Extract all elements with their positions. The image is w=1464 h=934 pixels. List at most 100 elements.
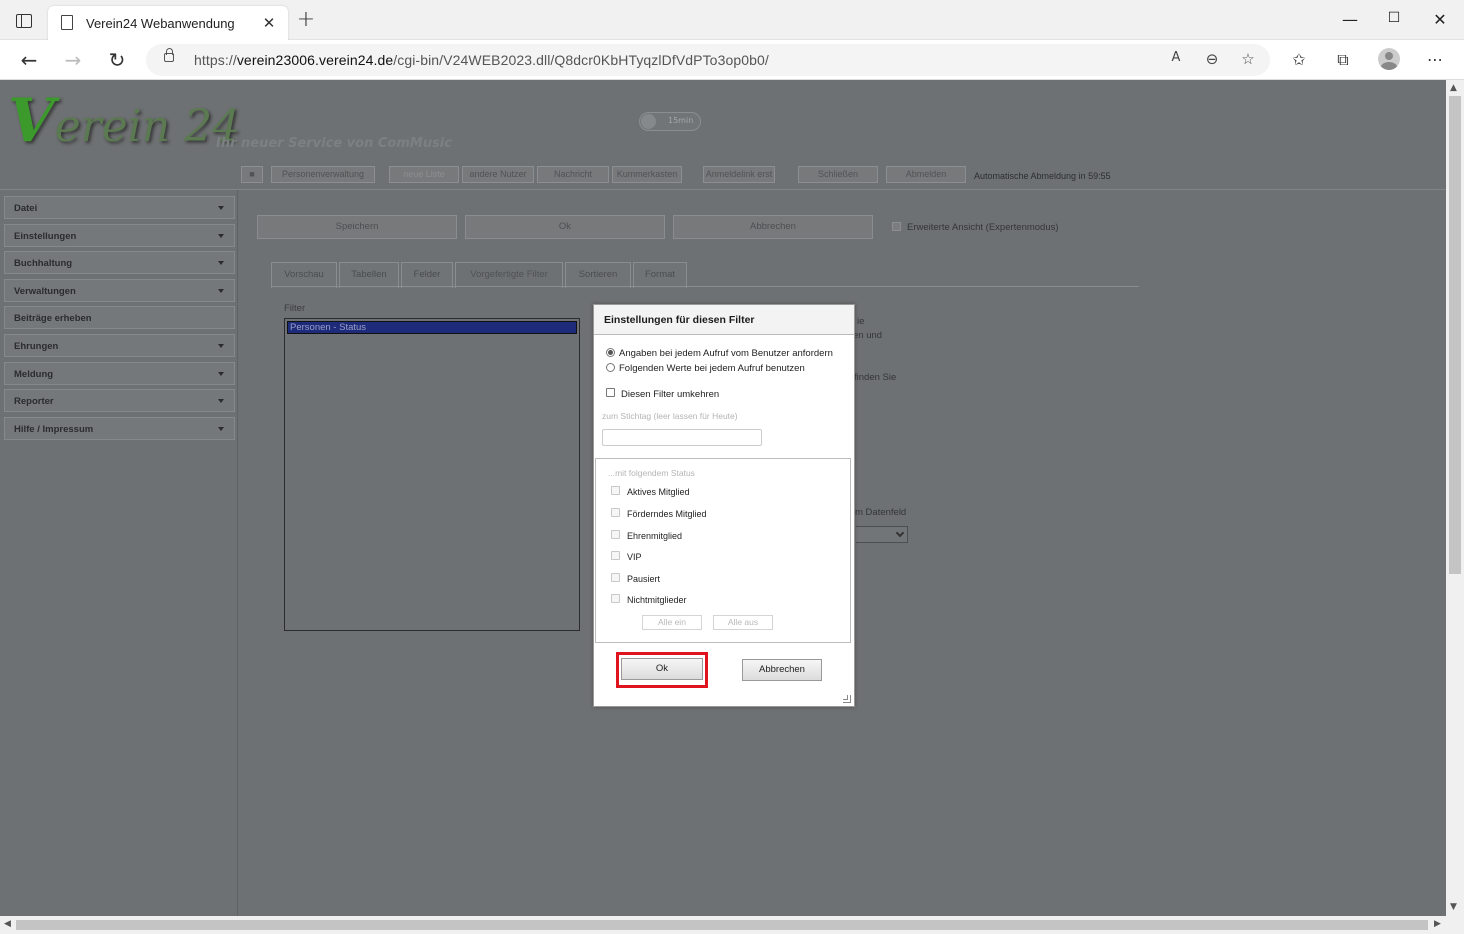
all-off-button[interactable]: Alle aus [713,615,773,630]
timer-label: 15min [668,116,694,125]
scroll-thumb[interactable] [1449,96,1461,574]
expert-mode-label: Erweiterte Ansicht (Expertenmodus) [907,222,1059,233]
caret-down-icon [218,289,224,293]
sidebar-item-beitraege[interactable]: Beiträge erheben [4,306,235,329]
menu-abmelden[interactable]: Abmelden [886,166,966,183]
verein24-logo: Verein 24 [8,86,241,156]
close-tab-icon[interactable]: ✕ [260,14,278,32]
tab-vorschau[interactable]: Vorschau [271,262,337,288]
horizontal-scrollbar[interactable]: ◀ ▶ [0,916,1464,934]
menu-personenverwaltung[interactable]: Personenverwaltung [271,166,375,183]
chevron-down-icon [895,528,905,538]
menu-neue-liste[interactable]: neue Liste [389,166,459,183]
sidebar-item-datei[interactable]: Datei [4,196,235,219]
scroll-thumb[interactable] [16,920,1428,930]
new-tab-icon[interactable]: + [296,9,316,31]
favorites-icon[interactable]: ✩ [1288,50,1310,69]
filter-label: Filter [284,303,306,314]
expert-mode-option[interactable]: Erweiterte Ansicht (Expertenmodus) [892,222,1059,233]
sidebar-item-verwaltungen[interactable]: Verwaltungen [4,279,235,302]
status-label: VIP [627,552,642,562]
lock-icon[interactable] [164,48,174,62]
caret-down-icon [218,372,224,376]
sidebar-item-hilfe[interactable]: Hilfe / Impressum [4,417,235,440]
status-checkbox-pausiert[interactable] [611,573,620,582]
menu-anmeldelink[interactable]: Anmeldelink erst [703,166,775,183]
close-window-icon[interactable]: ✕ [1430,10,1450,29]
caret-down-icon [218,261,224,265]
tab-sortieren[interactable]: Sortieren [565,262,631,288]
maximize-icon[interactable]: ☐ [1384,10,1404,26]
tab-underline [271,286,1139,287]
sidebar-item-ehrungen[interactable]: Ehrungen [4,334,235,357]
radio-fixed-values[interactable] [606,363,615,372]
cancel-button[interactable]: Abbrechen [673,215,873,239]
radio-fixed-values-label: Folgenden Werte bei jedem Aufruf benutze… [619,363,805,374]
scroll-left-icon[interactable]: ◀ [4,919,11,929]
more-menu-icon[interactable]: ⋯ [1424,50,1446,69]
tab-actions-icon[interactable] [16,14,32,28]
save-button[interactable]: Speichern [257,215,457,239]
background-text: finden Sie [854,372,897,383]
menu-schliessen[interactable]: Schließen [798,166,878,183]
sidebar-item-buchhaltung[interactable]: Buchhaltung [4,251,235,274]
session-timer-toggle[interactable]: 15min [639,112,701,131]
dialog-ok-button[interactable]: Ok [621,658,703,680]
background-text: en und [853,330,883,341]
status-checkbox-ehren[interactable] [611,530,620,539]
menu-andere-nutzer[interactable]: andere Nutzer [462,166,534,183]
browser-tab[interactable]: Verein24 Webanwendung ✕ [48,6,288,40]
tab-format[interactable]: Format [633,262,687,288]
caret-down-icon [218,427,224,431]
expert-mode-checkbox[interactable] [892,222,901,231]
minimize-icon[interactable]: — [1340,10,1360,29]
filter-list[interactable]: Personen - Status [284,318,580,631]
dialog-title: Einstellungen für diesen Filter [594,305,854,335]
status-checkbox-aktiv[interactable] [611,486,620,495]
vertical-scrollbar[interactable]: ▲ ▼ [1446,80,1464,916]
status-legend: ...mit folgendem Status [608,468,695,478]
url-field[interactable]: https://verein23006.verein24.de/cgi-bin/… [146,44,1270,76]
url-text: https://verein23006.verein24.de/cgi-bin/… [194,52,769,68]
profile-avatar[interactable] [1378,48,1400,70]
radio-ask-user[interactable] [606,348,615,357]
sidebar: Datei Einstellungen Buchhaltung Verwaltu… [0,190,238,916]
ok-button[interactable]: Ok [465,215,665,239]
read-aloud-icon[interactable]: A [1166,50,1186,65]
scroll-up-icon[interactable]: ▲ [1450,83,1457,93]
all-on-button[interactable]: Alle ein [642,615,702,630]
add-favorite-icon[interactable]: ☆ [1238,50,1258,68]
resize-grip-icon[interactable] [843,695,851,703]
collections-icon[interactable]: ⧉ [1332,50,1354,70]
back-icon[interactable]: ← [17,48,41,72]
browser-tab-bar: Verein24 Webanwendung ✕ + — ☐ ✕ [0,0,1464,40]
datenfeld-select[interactable] [856,526,908,543]
date-input[interactable] [602,429,762,446]
menu-kummerkasten[interactable]: Kummerkasten [612,166,682,183]
status-checkbox-nichtmitglieder[interactable] [611,594,620,603]
tab-tabellen[interactable]: Tabellen [339,262,399,288]
scroll-right-icon[interactable]: ▶ [1434,919,1441,929]
status-checkbox-foerdernd[interactable] [611,508,620,517]
timer-knob [641,114,656,129]
status-checkbox-vip[interactable] [611,551,620,560]
tab-felder[interactable]: Felder [401,262,453,288]
sidebar-item-reporter[interactable]: Reporter [4,389,235,412]
dialog-cancel-button[interactable]: Abbrechen [742,659,822,681]
status-label: Nichtmitglieder [627,595,687,605]
tab-title: Verein24 Webanwendung [86,16,235,31]
reload-icon[interactable]: ↻ [105,48,129,72]
sidebar-item-meldung[interactable]: Meldung [4,362,235,385]
menu-square-button[interactable]: ■ [241,166,263,183]
forward-icon[interactable]: → [61,48,85,72]
zoom-out-icon[interactable]: ⊖ [1202,50,1222,68]
caret-down-icon [218,234,224,238]
invert-filter-checkbox[interactable] [606,388,615,397]
tab-vorgefertigte-filter[interactable]: Vorgefertigte Filter [455,262,563,288]
scroll-down-icon[interactable]: ▼ [1450,902,1457,912]
sidebar-item-einstellungen[interactable]: Einstellungen [4,224,235,247]
menu-nachricht[interactable]: Nachricht [537,166,609,183]
filter-list-item[interactable]: Personen - Status [287,321,577,334]
address-bar: ← → ↻ https://verein23006.verein24.de/cg… [0,40,1464,80]
status-label: Pausiert [627,574,661,584]
